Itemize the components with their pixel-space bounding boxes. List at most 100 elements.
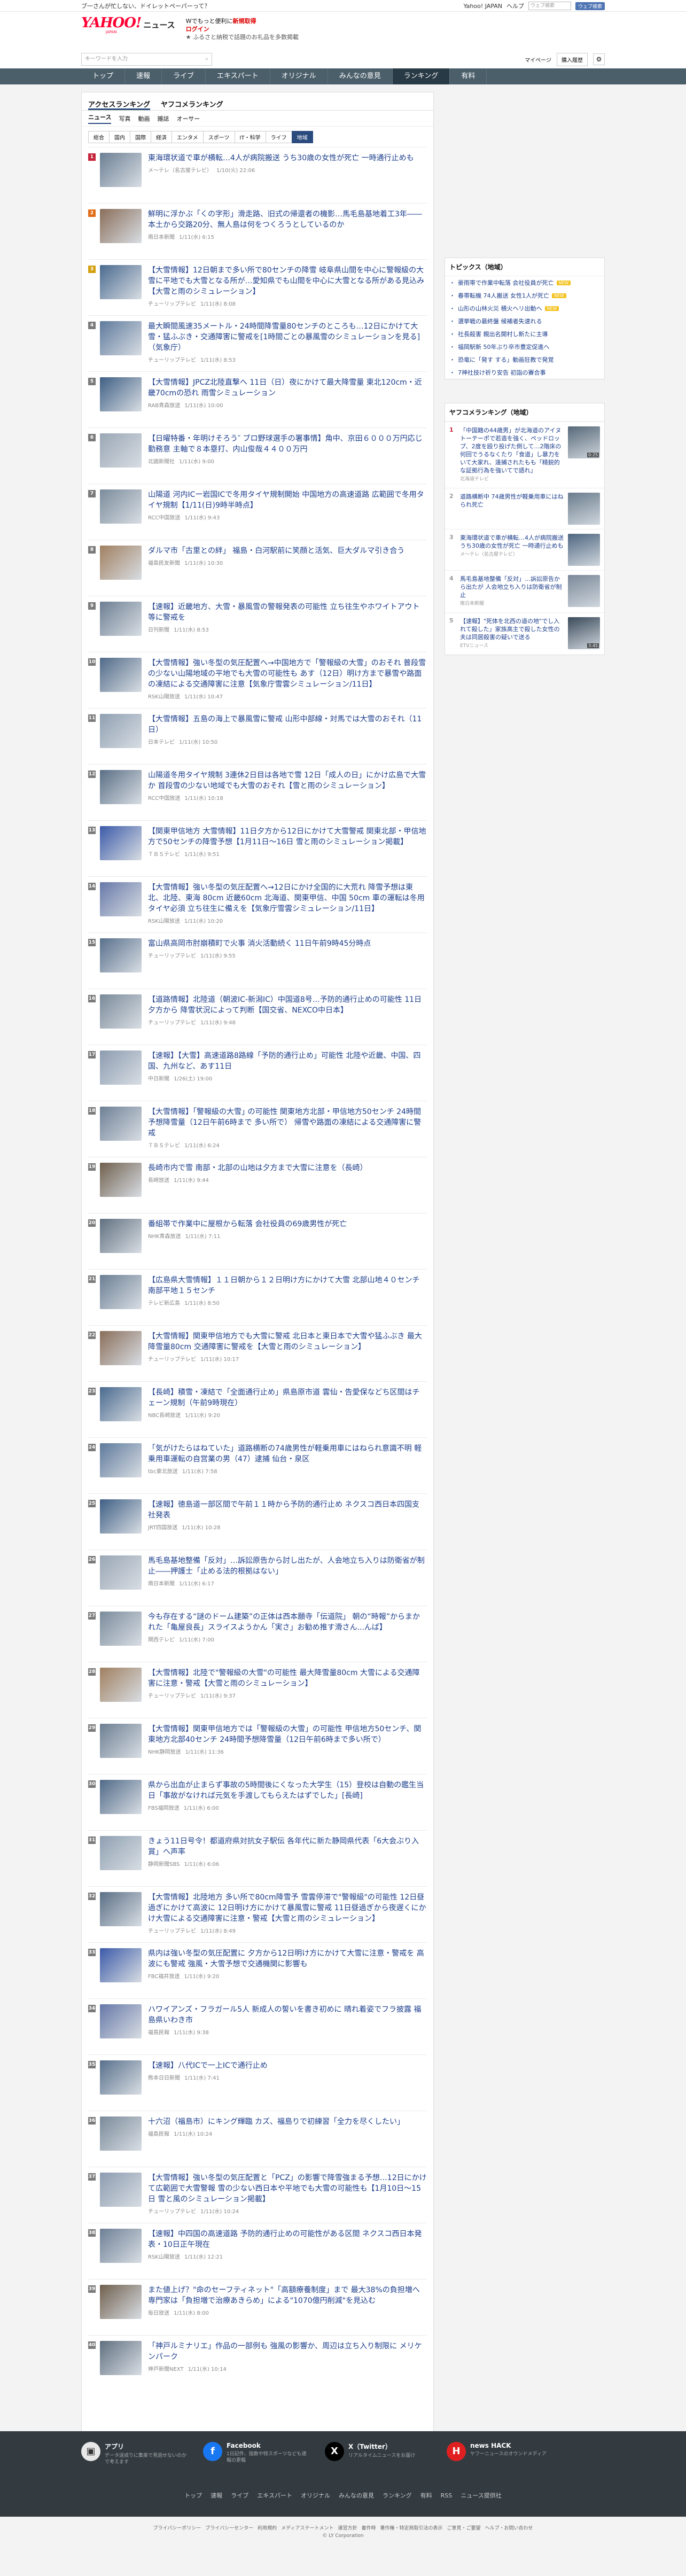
article-thumbnail[interactable] bbox=[100, 770, 142, 804]
article-thumbnail[interactable] bbox=[100, 1724, 142, 1758]
ranking-row[interactable]: 37 【大雪情報】強い冬型の気圧配置と「PCZ」の影響で降雪強まる予想…12日にか… bbox=[88, 2167, 427, 2223]
article-title[interactable]: 「気がけたらはねていた」道路横断の74歳男性が軽乗用車にはねられ意識不明 軽乗用… bbox=[148, 1443, 427, 1465]
news-search-input[interactable]: キーワードを入力 ⌕ bbox=[81, 53, 212, 66]
video-thumbnail[interactable] bbox=[568, 493, 600, 525]
ranking-row[interactable]: 40 「神戸ルミナリエ」作品の一部例も 強風の影響か、周辺は立ち入り制限に メリケ… bbox=[88, 2335, 427, 2391]
footer-nav-item[interactable]: エキスパート bbox=[257, 2492, 292, 2499]
article-thumbnail[interactable] bbox=[100, 1780, 142, 1814]
ranking-row[interactable]: 31 きょう11日号令！都道府県対抗女子駅伝 各年代に新た静岡県代表「6大会ぶり入… bbox=[88, 1830, 427, 1886]
news-hack-icon[interactable]: H bbox=[447, 2442, 466, 2461]
article-thumbnail[interactable] bbox=[100, 2285, 142, 2319]
ranking-row[interactable]: 33 県内は強い冬型の気圧配置に 夕方から12日明け方にかけて大雪に注意・警戒を … bbox=[88, 1942, 427, 1998]
ranking-row[interactable]: 25 【速報】徳島道一部区間で午前１１時から予防的通行止め ネクスコ西日本四国支社… bbox=[88, 1493, 427, 1550]
article-title[interactable]: 【速報】【大雪】高速道路8路線「予防的通行止め」可能性 北陸や近畿、中国、四国、… bbox=[148, 1050, 427, 1072]
article-thumbnail[interactable] bbox=[100, 433, 142, 468]
article-thumbnail[interactable] bbox=[100, 1050, 142, 1085]
ranking-row[interactable]: 5 【大雪情報】JPCZ北陸直撃へ 11日（日）夜にかけて最大降雪量 東北120c… bbox=[88, 371, 427, 427]
article-title[interactable]: 【大雪情報】｢警報級の大雪｣ の可能性 関東地方北部・甲信地方50センチ 24時… bbox=[148, 1107, 427, 1139]
web-search-button[interactable]: ウェブ検索 bbox=[575, 2, 605, 10]
article-title[interactable]: 【大雪情報】強い冬型の気圧配置と「PCZ」の影響で降雪強まる予想…12日にかけて… bbox=[148, 2173, 427, 2205]
gnav-item[interactable]: みんなの意見 bbox=[328, 68, 393, 84]
article-thumbnail[interactable] bbox=[100, 1107, 142, 1141]
article-thumbnail[interactable] bbox=[100, 546, 142, 580]
video-thumbnail[interactable] bbox=[568, 575, 600, 607]
article-title[interactable]: 山陽道 河内ICー岩国ICで冬用タイヤ規制開始 中国地方の高速道路 広範囲で冬用… bbox=[148, 489, 427, 511]
article-thumbnail[interactable] bbox=[100, 1892, 142, 1926]
article-title[interactable]: 今も存在する“謎のドーム建築”の正体は西本願寺「伝道院」 朝の“時報”からまかれ… bbox=[148, 1612, 427, 1633]
ranking-row[interactable]: 19 長崎市内で雪 南部・北部の山地は夕方まで大雪に注意を（長崎） 長崎放送 1/11… bbox=[88, 1157, 427, 1213]
ranking-row[interactable]: 30 県から出血が止まらず事故の5時間後にくなった大学生（15）登校は自動の鑑生当… bbox=[88, 1774, 427, 1830]
media-filter-item[interactable]: 写真 bbox=[119, 114, 130, 123]
topic-text[interactable]: 恐竜に「発す する」動画狂教で発覚 bbox=[458, 355, 554, 364]
article-thumbnail[interactable] bbox=[100, 2116, 142, 2151]
ranking-row[interactable]: 27 今も存在する“謎のドーム建築”の正体は西本願寺「伝道院」 朝の“時報”からま… bbox=[88, 1606, 427, 1662]
gnav-item[interactable]: トップ bbox=[81, 68, 126, 84]
footer-nav-item[interactable]: ランキング bbox=[383, 2492, 412, 2499]
facebook-icon[interactable]: f bbox=[203, 2442, 222, 2461]
topic-item[interactable]: ・選挙戦の最終盤 候補者失速れる bbox=[445, 315, 604, 328]
article-thumbnail[interactable] bbox=[100, 377, 142, 411]
x-icon[interactable]: X bbox=[325, 2442, 344, 2461]
article-thumbnail[interactable] bbox=[100, 2004, 142, 2038]
article-thumbnail[interactable] bbox=[100, 882, 142, 916]
category-filter-item[interactable]: 経済 bbox=[151, 130, 172, 143]
ranking-row[interactable]: 18 【大雪情報】｢警報級の大雪｣ の可能性 関東地方北部・甲信地方50センチ 2… bbox=[88, 1101, 427, 1157]
article-thumbnail[interactable] bbox=[100, 489, 142, 524]
ranking-row[interactable]: 13 【関東甲信地方 大雪情報】11日夕方から12日にかけて大雪警戒 関東北部・甲… bbox=[88, 820, 427, 876]
category-filter-item[interactable]: エンタメ bbox=[172, 130, 204, 143]
ranking-row[interactable]: 22 【大雪情報】関東甲信地方でも大雪に警戒 北日本と東日本で大雪や猛ふぶき 最大… bbox=[88, 1325, 427, 1381]
ranking-row[interactable]: 7 山陽道 河内ICー岩国ICで冬用タイヤ規制開始 中国地方の高速道路 広範囲で冬… bbox=[88, 484, 427, 540]
gear-icon[interactable]: ⚙ bbox=[593, 53, 605, 65]
topic-item[interactable]: ・豪雨帯で作業中転落 会社役員が死亡 NEW bbox=[445, 276, 604, 289]
news-brand[interactable]: ニュース bbox=[143, 19, 175, 30]
article-thumbnail[interactable] bbox=[100, 1668, 142, 1702]
web-search-input[interactable]: ウェブ検索 bbox=[528, 2, 571, 10]
signup-link[interactable]: 新規取得 bbox=[233, 18, 256, 25]
topic-item[interactable]: ・山形の山林火災 積火ヘリ出動へ NEW bbox=[445, 302, 604, 315]
comment-ranking-item[interactable]: 2 道路横断中 74歳男性が軽乗用車にはねられ死亡 bbox=[445, 488, 604, 529]
gnav-item[interactable]: ライブ bbox=[162, 68, 206, 84]
topic-item[interactable]: ・福岡駅新 50年ぶり卒市豊定促進へ bbox=[445, 340, 604, 353]
article-title[interactable]: 最大瞬間風速35メートル・24時間降雪量80センチのところも…12日にかけて大雪… bbox=[148, 321, 427, 353]
comment-ranking-title-text[interactable]: 道路横断中 74歳男性が軽乗用車にはねられ死亡 bbox=[460, 493, 564, 509]
footer-legal-link[interactable]: 運営方針 bbox=[338, 2526, 357, 2531]
media-filter-item[interactable]: 雑誌 bbox=[157, 114, 169, 123]
article-thumbnail[interactable] bbox=[100, 1443, 142, 1477]
ranking-row[interactable]: 20 番組帯で作業中に屋根から転落 会社役員の69歳男性が死亡 NHK青森放送 1/1… bbox=[88, 1213, 427, 1269]
article-thumbnail[interactable] bbox=[100, 2173, 142, 2207]
article-title[interactable]: 山陽道冬用タイヤ規制 3連休2日目は各地で雪 12日「成人の日」にかけ広島で大雪… bbox=[148, 770, 427, 791]
article-title[interactable]: 馬毛島基地整備「反対」…訴訟原告から討し出たが、人会地立ち入りは防衛省が制止――… bbox=[148, 1555, 427, 1577]
ranking-row[interactable]: 24 「気がけたらはねていた」道路横断の74歳男性が軽乗用車にはねられ意識不明 軽… bbox=[88, 1437, 427, 1493]
ranking-row[interactable]: 36 十六沼（福島市）にキング輝臨 カズ、福島りで初練習「全力を尽くしたい」 福島民… bbox=[88, 2111, 427, 2167]
topic-item[interactable]: ・春帯転機 74人搬送 女性1人が死亡 NEW bbox=[445, 289, 604, 302]
ranking-row[interactable]: 2 鮮明に浮かぶ「くの字形」滑走路、旧式の帰還者の機影…馬毛島基地着工3年――本土… bbox=[88, 203, 427, 259]
topic-text[interactable]: 社長殺害 親出名開村し新たに主導 bbox=[458, 330, 548, 338]
gnav-item[interactable]: オリジナル bbox=[270, 68, 328, 84]
search-icon[interactable]: ⌕ bbox=[205, 53, 208, 65]
comment-ranking-title-text[interactable]: 馬毛島基地整備「反対」…訴訟原告から出たが 人会地立ち入りは防衛省が制止 bbox=[460, 575, 564, 599]
article-thumbnail[interactable] bbox=[100, 1275, 142, 1309]
ranking-row[interactable]: 6 【日曜特番・年明けそろう″ ブロ野球選手の署事情】角中、京田６０００万円応じ勤… bbox=[88, 427, 427, 484]
footer-social-col[interactable]: ▣ アプリ データ送成りに集楽で見逃せないのかで考えます bbox=[81, 2442, 188, 2465]
top-promo-link[interactable]: ブ一さんが忙しない、ドイレットペーパーって？ bbox=[81, 2, 210, 10]
article-title[interactable]: 【大雪情報】JPCZ北陸直撃へ 11日（日）夜にかけて最大降雪量 東北120cm… bbox=[148, 377, 427, 399]
ranking-row[interactable]: 39 また値上げ？"命のセーフティネット"「高額療養制度」まで 最大38%の負担増… bbox=[88, 2279, 427, 2335]
video-thumbnail[interactable]: 0:25 bbox=[568, 426, 600, 458]
article-title[interactable]: 【大雪情報】五島の海上で暴風雪に警戒 山形中部線・対馬では大雪のおそれ（11日） bbox=[148, 714, 427, 735]
footer-nav-item[interactable]: 有料 bbox=[420, 2492, 432, 2499]
media-filter-item[interactable]: ニュース bbox=[88, 113, 112, 124]
ranking-row[interactable]: 3 【大雪情報】12日朝まで多い所で80センチの降雪 岐阜県山間を中心に警報級の大… bbox=[88, 259, 427, 315]
article-thumbnail[interactable] bbox=[100, 153, 142, 187]
footer-legal-link[interactable]: プライバシーセンター bbox=[205, 2526, 253, 2531]
category-filter-item[interactable]: IT・科学 bbox=[234, 130, 266, 143]
article-thumbnail[interactable] bbox=[100, 321, 142, 355]
article-title[interactable]: 【関東甲信地方 大雪情報】11日夕方から12日にかけて大雪警戒 関東北部・甲信地… bbox=[148, 826, 427, 847]
topic-text[interactable]: 選挙戦の最終盤 候補者失速れる bbox=[458, 317, 542, 325]
topic-text[interactable]: 春帯転機 74人搬送 女性1人が死亡 bbox=[458, 291, 549, 300]
media-filter-item[interactable]: 動画 bbox=[138, 114, 150, 123]
article-thumbnail[interactable] bbox=[100, 826, 142, 860]
article-title[interactable]: ダルマ市「古里との絆」 福島・白河駅前に笑顔と活気、巨大ダルマ引き合う bbox=[148, 546, 427, 556]
footer-legal-link[interactable]: ご意見・ご要望 bbox=[447, 2526, 481, 2531]
footer-social-col[interactable]: X X（Twitter） リアルタイムニュースをお届け bbox=[325, 2442, 432, 2465]
ranking-row[interactable]: 9 【速報】近畿地方、大雪・暴風雪の警報発表の可能性 立ち往生やホワイトアウト等に… bbox=[88, 596, 427, 652]
